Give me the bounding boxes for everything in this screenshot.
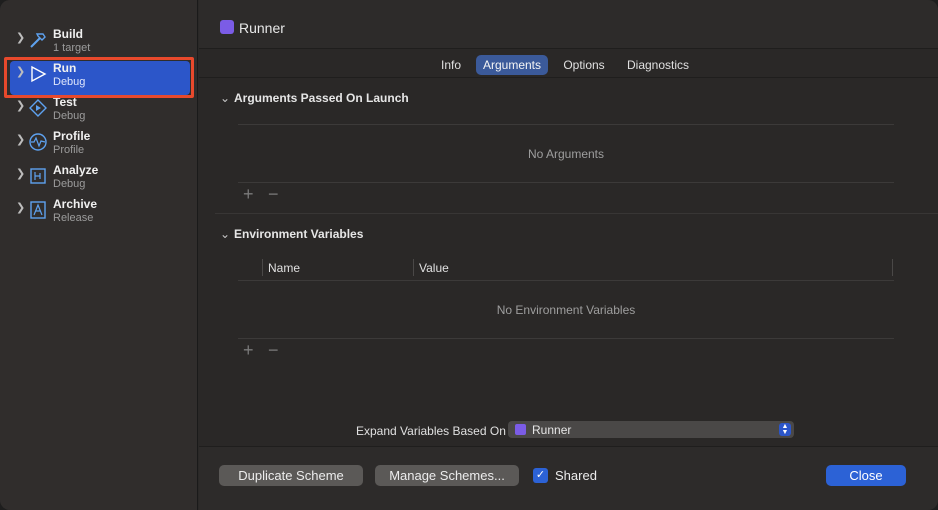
- remove-argument-button[interactable]: −: [268, 184, 279, 205]
- sidebar-item-test[interactable]: ❯ Test Debug: [10, 95, 190, 129]
- up-down-arrows-icon: ▲ ▼: [779, 423, 791, 436]
- shared-checkbox-label[interactable]: Shared: [555, 468, 597, 483]
- sidebar-item-analyze[interactable]: ❯ Analyze Debug: [10, 163, 190, 197]
- waveform-icon: [29, 133, 47, 151]
- manage-schemes-button[interactable]: Manage Schemes...: [375, 465, 519, 486]
- sidebar-item-subtitle: 1 target: [53, 42, 91, 54]
- app-icon: [515, 424, 526, 435]
- chevron-right-icon[interactable]: ❯: [16, 31, 25, 44]
- sidebar-item-build[interactable]: ❯ Build 1 target: [10, 27, 190, 61]
- sidebar-item-profile[interactable]: ❯ Profile Profile: [10, 129, 190, 163]
- close-button[interactable]: Close: [826, 465, 906, 486]
- analyze-icon: [30, 168, 46, 184]
- add-argument-button[interactable]: +: [243, 184, 254, 205]
- add-variable-button[interactable]: +: [243, 340, 254, 361]
- sidebar-item-subtitle: Release: [53, 212, 94, 224]
- arguments-section-header[interactable]: ⌄ Arguments Passed On Launch: [220, 91, 409, 105]
- tab-diagnostics[interactable]: Diagnostics: [622, 55, 694, 75]
- divider: [238, 338, 894, 339]
- section-divider: [215, 213, 938, 214]
- sidebar-item-title: Profile: [53, 129, 91, 143]
- expand-variables-select[interactable]: Runner ▲ ▼: [508, 421, 794, 438]
- tab-bar: Info Arguments Options Diagnostics: [199, 50, 938, 78]
- sidebar-item-title: Build: [53, 27, 83, 41]
- scheme-title: Runner: [239, 20, 285, 36]
- tab-info[interactable]: Info: [433, 55, 469, 75]
- remove-variable-button[interactable]: −: [268, 340, 279, 361]
- duplicate-scheme-button[interactable]: Duplicate Scheme: [219, 465, 363, 486]
- chevron-right-icon[interactable]: ❯: [16, 167, 25, 180]
- app-icon: [220, 20, 234, 34]
- scheme-detail-pane: Runner Info Arguments Options Diagnostic…: [199, 0, 938, 510]
- column-header-name[interactable]: Name: [268, 261, 300, 275]
- arguments-heading: Arguments Passed On Launch: [234, 91, 409, 105]
- no-environment-variables-label: No Environment Variables: [496, 303, 636, 317]
- sidebar-item-subtitle: Debug: [53, 110, 86, 122]
- column-header-value[interactable]: Value: [419, 261, 449, 275]
- scheme-actions-sidebar: ❯ Build 1 target ❯ Run Debug ❯ Test Debu…: [0, 0, 198, 510]
- archive-icon: [30, 201, 46, 219]
- shared-checkbox[interactable]: ✓: [533, 468, 548, 483]
- column-separator: [892, 259, 893, 276]
- sidebar-item-title: Archive: [53, 197, 98, 211]
- chevron-right-icon[interactable]: ❯: [16, 201, 25, 214]
- chevron-down-icon[interactable]: ⌄: [220, 91, 234, 105]
- chevron-down-icon[interactable]: ⌄: [220, 227, 234, 241]
- scheme-header: Runner: [199, 0, 938, 49]
- sidebar-item-subtitle: Debug: [53, 178, 86, 190]
- sidebar-item-archive[interactable]: ❯ Archive Release: [10, 197, 190, 231]
- sidebar-item-title: Analyze: [53, 163, 99, 177]
- expand-variables-value: Runner: [532, 423, 572, 437]
- tab-options[interactable]: Options: [557, 55, 611, 75]
- column-separator: [413, 259, 414, 276]
- hammer-icon: [30, 33, 46, 48]
- tab-arguments[interactable]: Arguments: [476, 55, 548, 75]
- sidebar-item-subtitle: Profile: [53, 144, 85, 156]
- column-separator: [262, 259, 263, 276]
- chevron-right-icon[interactable]: ❯: [16, 99, 25, 112]
- divider: [238, 280, 894, 281]
- expand-variables-label: Expand Variables Based On: [356, 424, 506, 438]
- environment-section-header[interactable]: ⌄ Environment Variables: [220, 227, 363, 241]
- environment-heading: Environment Variables: [234, 227, 364, 241]
- scheme-editor-window: ❯ Build 1 target ❯ Run Debug ❯ Test Debu…: [0, 0, 938, 510]
- chevron-right-icon[interactable]: ❯: [16, 133, 25, 146]
- no-arguments-label: No Arguments: [527, 147, 605, 161]
- selection-highlight-box: [4, 57, 194, 98]
- divider: [238, 124, 894, 125]
- divider: [238, 182, 894, 183]
- test-diamond-icon: [29, 99, 47, 117]
